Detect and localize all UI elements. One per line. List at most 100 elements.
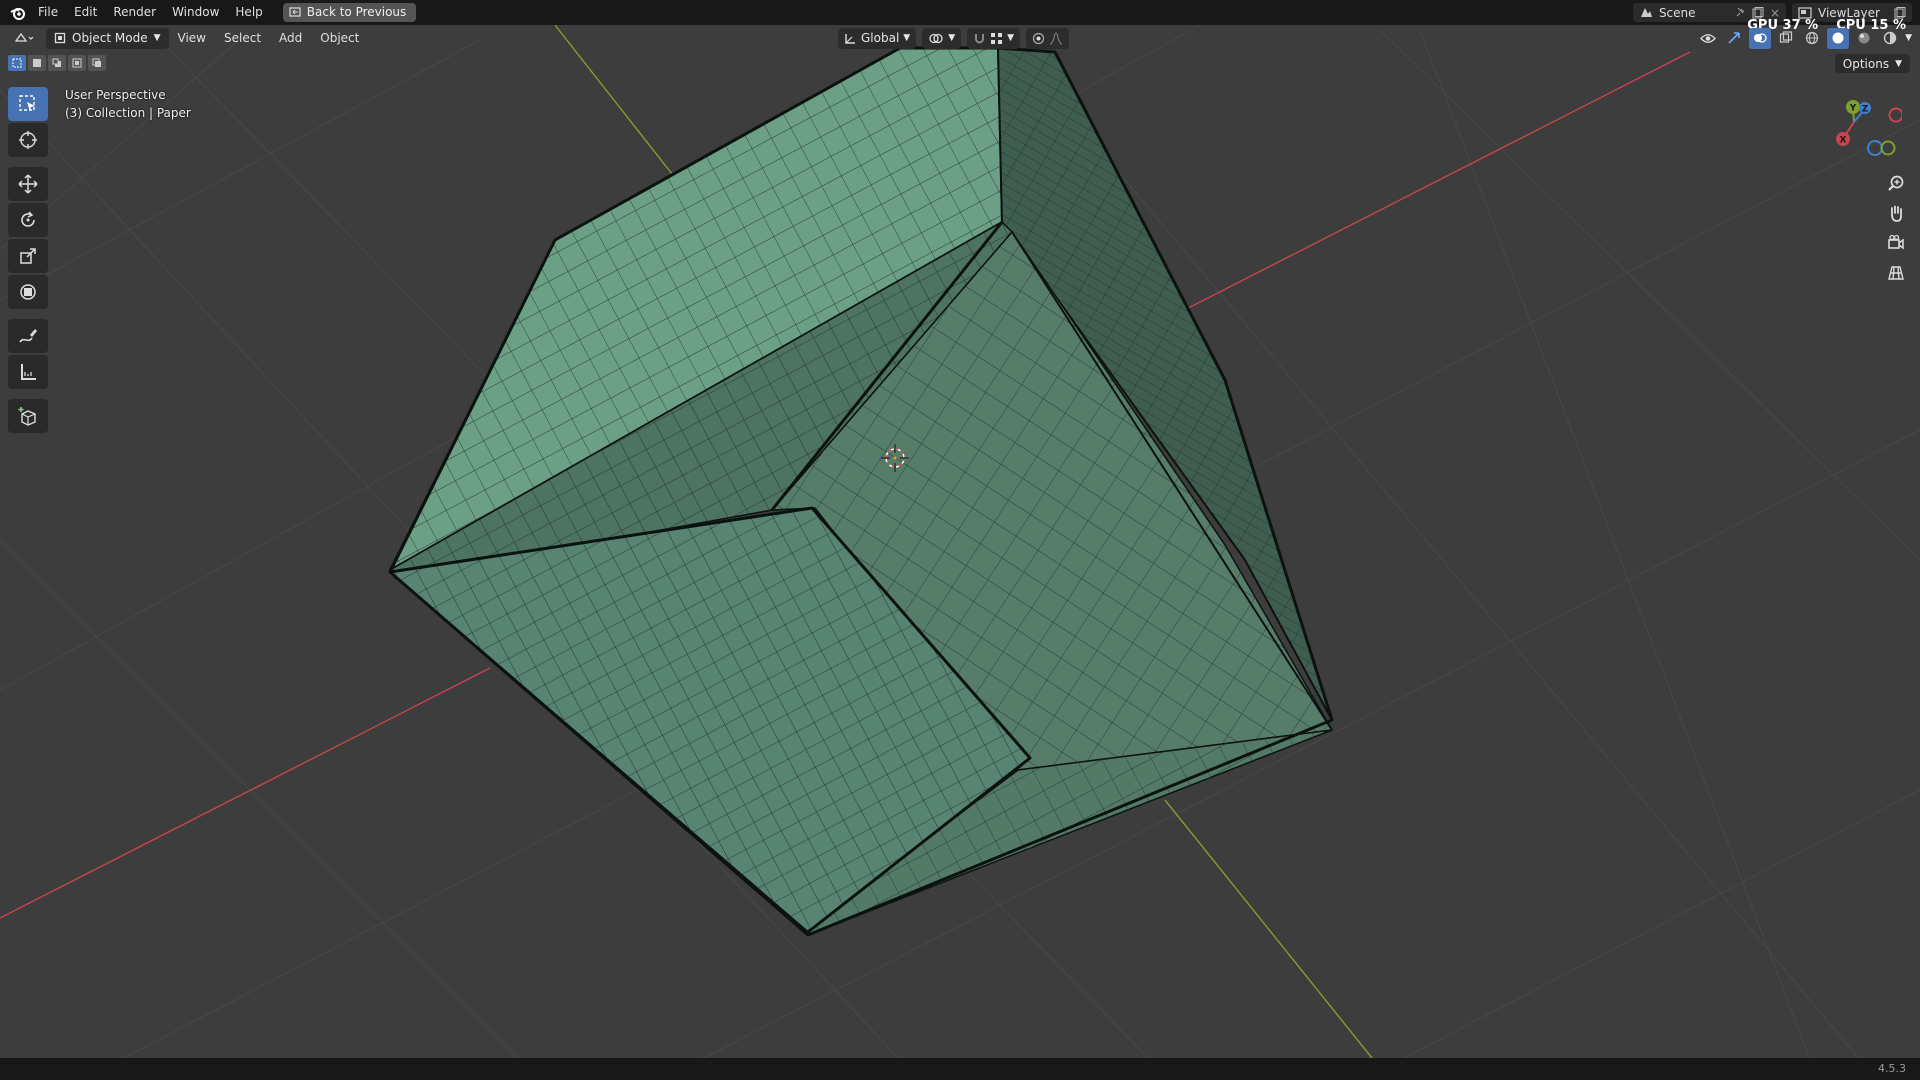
- 3d-viewport[interactable]: [0, 0, 1920, 1080]
- status-bar: 4.5.3: [0, 1058, 1920, 1080]
- select-new-icon[interactable]: [8, 55, 26, 71]
- blender-version: 4.5.3: [1878, 1062, 1906, 1075]
- menu-edit[interactable]: Edit: [66, 0, 105, 25]
- chevron-down-icon: ▼: [1007, 33, 1015, 43]
- gizmo-neg-y-icon[interactable]: [1880, 140, 1896, 156]
- cursor-tool[interactable]: [8, 123, 48, 157]
- proportional-editing-controls[interactable]: [1026, 27, 1070, 49]
- zoom-button[interactable]: [1882, 170, 1910, 196]
- menu-file[interactable]: File: [30, 0, 66, 25]
- camera-icon: [1888, 234, 1904, 250]
- orientation-icon: [845, 33, 855, 44]
- scene-name: Scene: [1658, 5, 1696, 20]
- transform-controls: Global ▼ ▼ ▼: [838, 27, 1070, 49]
- paper-box-mesh[interactable]: [388, 46, 1334, 937]
- gizmo-x-label: X: [1840, 136, 1847, 146]
- zoom-icon: [1888, 175, 1904, 191]
- gizmo-y-label: Y: [1849, 104, 1857, 114]
- menu-add[interactable]: Add: [270, 31, 311, 45]
- viewport-header: Object Mode ▼ View Select Add Object Glo…: [0, 25, 1920, 51]
- rendered-shading-button[interactable]: [1879, 28, 1901, 49]
- select-box-tool[interactable]: [8, 87, 48, 121]
- move-tool[interactable]: [8, 167, 48, 201]
- hand-icon: [1891, 205, 1902, 222]
- gizmo-neg-x-icon[interactable]: [1888, 107, 1903, 123]
- new-view-layer-icon[interactable]: [1894, 6, 1906, 19]
- solid-shading-button[interactable]: [1827, 27, 1850, 49]
- gizmos-toggle[interactable]: [1723, 28, 1745, 49]
- blender-logo-icon[interactable]: [6, 0, 30, 25]
- select-box-icon: [19, 95, 35, 111]
- grid-perspective-icon: [1888, 266, 1904, 280]
- visibility-dropdown[interactable]: [1697, 28, 1719, 49]
- add-cube-icon: [18, 407, 36, 426]
- navigation-gizmo[interactable]: Y Z X: [1830, 96, 1902, 162]
- view-layer-icon: [1798, 6, 1812, 19]
- overlays-toggle[interactable]: [1749, 27, 1772, 49]
- menu-render[interactable]: Render: [105, 0, 164, 25]
- new-scene-icon[interactable]: [1752, 6, 1764, 19]
- menu-select[interactable]: Select: [215, 31, 270, 45]
- 3d-view-icon: [14, 32, 34, 42]
- shading-options-chevron-icon[interactable]: ▼: [1905, 33, 1912, 43]
- snap-increment-icon[interactable]: [990, 32, 1003, 45]
- object-mode-dropdown[interactable]: Object Mode ▼: [46, 27, 169, 49]
- viewport-navigation-buttons: [1882, 170, 1910, 286]
- add-cube-tool[interactable]: [8, 399, 48, 433]
- x-axis-line: [0, 667, 491, 919]
- blender-window: File Edit Render Window Help Back to Pre…: [0, 0, 1920, 1080]
- cursor-icon: [19, 131, 37, 149]
- xray-toggle[interactable]: [1775, 28, 1797, 49]
- overlays-icon: [1754, 33, 1767, 43]
- back-to-previous-button[interactable]: Back to Previous: [282, 3, 417, 22]
- camera-view-button[interactable]: [1882, 230, 1910, 256]
- perspective-toggle-button[interactable]: [1882, 260, 1910, 286]
- scene-icon: [1640, 8, 1652, 17]
- scale-icon: [20, 248, 36, 264]
- wireframe-sphere-icon: [1805, 31, 1819, 45]
- annotate-tool[interactable]: [8, 319, 48, 353]
- pivot-point-dropdown[interactable]: ▼: [922, 27, 962, 49]
- y-axis-line-near: [1164, 799, 1373, 1059]
- transform-orientation-dropdown[interactable]: Global ▼: [838, 27, 917, 49]
- snapping-controls[interactable]: ▼: [967, 27, 1021, 49]
- magnet-icon[interactable]: [973, 32, 986, 45]
- material-sphere-icon: [1858, 32, 1870, 44]
- menu-object[interactable]: Object: [311, 31, 368, 45]
- active-collection-object: (3) Collection | Paper: [65, 106, 191, 120]
- object-mode-icon: [54, 32, 66, 44]
- tool-shelf: [8, 87, 48, 433]
- rotate-tool[interactable]: [8, 203, 48, 237]
- falloff-curve-icon[interactable]: [1049, 31, 1063, 45]
- measure-tool[interactable]: [8, 355, 48, 389]
- menu-help[interactable]: Help: [227, 0, 270, 25]
- eye-icon: [1700, 33, 1716, 43]
- rotate-icon: [21, 211, 35, 227]
- view-name: User Perspective: [65, 88, 166, 102]
- gizmo-neg-z-icon[interactable]: [1867, 140, 1883, 156]
- pin-icon[interactable]: [1735, 7, 1746, 18]
- chevron-down-icon: ▼: [1895, 58, 1902, 69]
- select-subtract-icon[interactable]: [48, 55, 66, 71]
- options-dropdown[interactable]: Options ▼: [1834, 54, 1910, 73]
- proportional-edit-icon[interactable]: [1032, 32, 1045, 45]
- pan-button[interactable]: [1882, 200, 1910, 226]
- pivot-icon: [929, 33, 943, 43]
- select-intersect-icon[interactable]: [88, 55, 106, 71]
- move-icon: [18, 174, 38, 194]
- transform-orientation-label: Global: [861, 31, 900, 45]
- solid-sphere-icon: [1832, 32, 1844, 44]
- gizmo-z-label: Z: [1862, 105, 1869, 115]
- select-invert-icon[interactable]: [68, 55, 86, 71]
- menu-view[interactable]: View: [169, 31, 215, 45]
- material-shading-button[interactable]: [1853, 28, 1875, 49]
- transform-tool[interactable]: [8, 275, 48, 309]
- wireframe-shading-button[interactable]: [1801, 28, 1823, 49]
- editor-type-button[interactable]: [6, 27, 42, 49]
- scale-tool[interactable]: [8, 239, 48, 273]
- back-to-previous-label: Back to Previous: [306, 5, 407, 19]
- measure-icon: [21, 364, 36, 380]
- chevron-down-icon: ▼: [153, 33, 161, 43]
- menu-window[interactable]: Window: [164, 0, 227, 25]
- select-extend-icon[interactable]: [28, 55, 46, 71]
